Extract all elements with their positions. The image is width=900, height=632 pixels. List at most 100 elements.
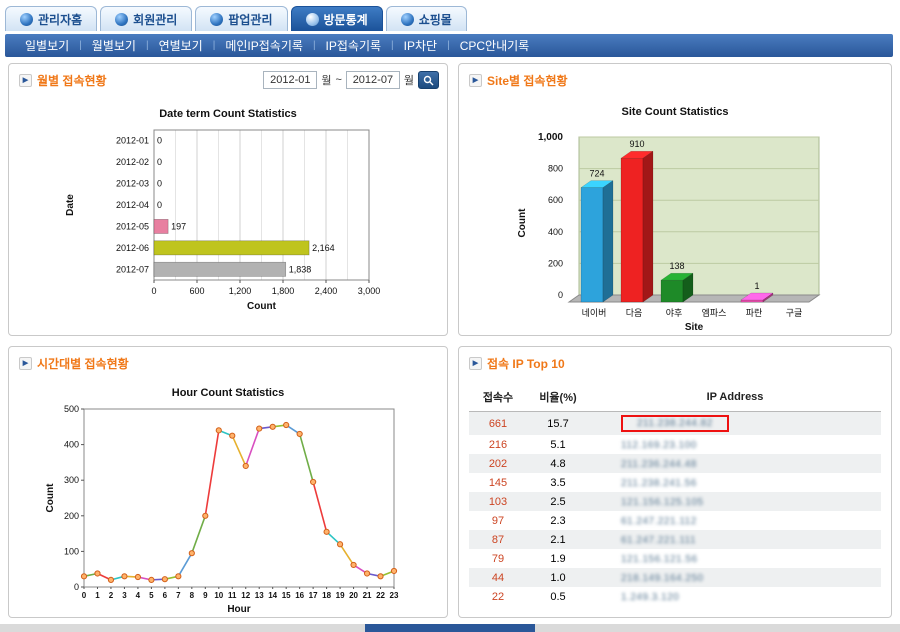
chart-text: 21 — [363, 591, 372, 600]
chart-text: 11 — [228, 591, 237, 600]
ip-cell: 218.149.164.250 — [589, 568, 881, 587]
tab-icon — [115, 13, 128, 26]
tab-회원관리[interactable]: 회원관리 — [100, 6, 192, 31]
chart-text: 2012-03 — [116, 179, 149, 189]
panel-title-ip: ▶ 접속 IP Top 10 — [469, 355, 565, 372]
chart-text: 22 — [376, 591, 385, 600]
panel-monthly: ▶ 월별 접속현황 월 ~ 월 Date term Count Statisti… — [8, 63, 448, 336]
search-button[interactable] — [418, 71, 439, 89]
chart-text: 100 — [64, 546, 79, 556]
panel-site: ▶ Site별 접속현황 Site Count Statistics 02004… — [458, 63, 892, 336]
bar — [154, 219, 168, 233]
tab-label: 관리자홈 — [38, 11, 82, 28]
ip-cell: 1.249.3.120 — [589, 587, 881, 606]
column-header: IP Address — [589, 383, 881, 412]
chart-text: 910 — [629, 139, 644, 149]
ip-address: 211.238.244.82 — [637, 418, 713, 429]
chart-text: 구글 — [786, 308, 803, 318]
highlight-box: 211.238.244.82 — [621, 415, 729, 432]
ip-cell: 61.247.221.112 — [589, 511, 881, 530]
bar-front — [661, 280, 683, 302]
chart-text: 0 — [157, 136, 162, 146]
chart-text: 네이버 — [582, 308, 607, 318]
bar-front — [621, 158, 643, 302]
chart-text: 400 — [548, 227, 563, 237]
ratio-cell: 1.9 — [527, 549, 589, 568]
subnav-item-IP접속기록[interactable]: IP접속기록 — [316, 37, 392, 54]
chart-text: 14 — [268, 591, 277, 600]
chart-text: 500 — [64, 404, 79, 414]
tab-label: 팝업관리 — [228, 11, 272, 28]
chart-text: 다음 — [626, 308, 643, 318]
hour-chart: 0123456789101112131415161718192021222301… — [39, 401, 419, 617]
ip-address: 61.247.221.111 — [621, 535, 696, 546]
chart-text: 200 — [64, 511, 79, 521]
tab-icon — [401, 13, 414, 26]
subnav-item-일별보기[interactable]: 일별보기 — [15, 37, 79, 54]
chart-text: 400 — [64, 440, 79, 450]
chart-text: 0 — [82, 591, 87, 600]
subnav-item-CPC안내기록[interactable]: CPC안내기록 — [450, 37, 540, 54]
chart-title-hour: Hour Count Statistics — [9, 387, 447, 399]
ip-cell: 211.236.244.48 — [589, 454, 881, 473]
chart-text: 1,000 — [538, 132, 563, 143]
chart-text: 3,000 — [358, 286, 381, 296]
data-marker — [189, 551, 194, 556]
data-marker — [284, 422, 289, 427]
tab-icon — [20, 13, 33, 26]
subnav-item-연별보기[interactable]: 연별보기 — [149, 37, 213, 54]
chart-text: 138 — [669, 261, 684, 271]
chart-text: Count — [247, 301, 277, 312]
count-cell: 216 — [469, 435, 527, 454]
chart-text: 야후 — [666, 308, 683, 318]
panel-title-text: 시간대별 접속현황 — [37, 355, 129, 372]
ratio-cell: 3.5 — [527, 473, 589, 492]
chart-text: Count — [517, 208, 528, 238]
chart-text: 9 — [203, 591, 208, 600]
data-marker — [149, 577, 154, 582]
chart-text: 7 — [176, 591, 181, 600]
tab-쇼핑몰[interactable]: 쇼핑몰 — [386, 6, 467, 31]
chart-text: 16 — [295, 591, 304, 600]
chart-text: 1 — [754, 281, 759, 291]
chart-text: 17 — [309, 591, 318, 600]
tab-bar: 관리자홈 회원관리 팝업관리 방문통계쇼핑몰 — [5, 6, 467, 31]
bar-side — [643, 151, 653, 302]
panel-title-hour: ▶ 시간대별 접속현황 — [19, 355, 129, 372]
tab-관리자홈[interactable]: 관리자홈 — [5, 6, 97, 31]
chart-text: 0 — [157, 179, 162, 189]
ip-address: 211.238.241.56 — [621, 478, 697, 489]
chart-text: 엠파스 — [702, 307, 727, 318]
date-from-input[interactable] — [263, 71, 317, 89]
ip-cell: 211.238.241.56 — [589, 473, 881, 492]
chart-text: 13 — [255, 591, 264, 600]
chart-text: 0 — [157, 200, 162, 210]
ratio-cell: 2.1 — [527, 530, 589, 549]
ratio-cell: 15.7 — [527, 412, 589, 436]
tab-방문통계[interactable]: 방문통계 — [291, 6, 383, 31]
subnav-item-월별보기[interactable]: 월별보기 — [82, 37, 146, 54]
ip-table-head-row: 접속수비율(%)IP Address — [469, 383, 881, 412]
chart-text: 1,800 — [272, 286, 295, 296]
plot-border — [84, 409, 394, 587]
panel-hour: ▶ 시간대별 접속현황 Hour Count Statistics 012345… — [8, 346, 448, 618]
table-row: 220.51.249.3.120 — [469, 587, 881, 606]
subnav-item-메인IP접속기록[interactable]: 메인IP접속기록 — [215, 37, 313, 54]
chart-text: 23 — [390, 591, 399, 600]
table-row: 972.361.247.221.112 — [469, 511, 881, 530]
count-cell: 44 — [469, 568, 527, 587]
subnav-item-IP차단[interactable]: IP차단 — [394, 37, 447, 54]
ip-cell: 121.156.125.105 — [589, 492, 881, 511]
data-marker — [122, 574, 127, 579]
panel-title-text: Site별 접속현황 — [487, 72, 568, 89]
panel-ip: ▶ 접속 IP Top 10 접속수비율(%)IP Address 66115.… — [458, 346, 892, 618]
chart-text: 12 — [241, 591, 250, 600]
count-cell: 202 — [469, 454, 527, 473]
tab-팝업관리[interactable]: 팝업관리 — [195, 6, 287, 31]
date-to-input[interactable] — [346, 71, 400, 89]
date-range-controls: 월 ~ 월 — [263, 71, 439, 89]
count-cell: 661 — [469, 412, 527, 436]
data-marker — [378, 574, 383, 579]
month-label-to: 월 — [404, 72, 414, 88]
data-marker — [270, 424, 275, 429]
